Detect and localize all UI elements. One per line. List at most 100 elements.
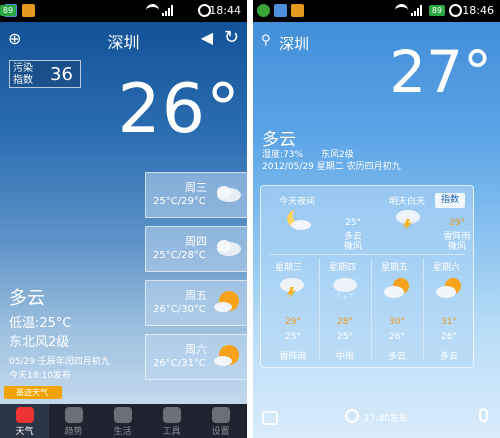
day-low: 26° bbox=[389, 332, 405, 342]
right-screen: 89 18:46 ⚲ 深圳 27° 多云 湿度:73% 东风2级 2012/05… bbox=[253, 0, 500, 438]
day-low: 25° bbox=[337, 332, 353, 342]
forecast-range: 25°C/29°C bbox=[153, 196, 206, 207]
forecast-range: 25°C/28°C bbox=[153, 250, 206, 261]
day-cond: 多云 bbox=[387, 352, 406, 362]
day-cond: 多云 bbox=[439, 352, 458, 362]
forecast-day: 周四 bbox=[185, 235, 207, 248]
publish-time: 17:40发布 bbox=[364, 414, 408, 424]
wifi-icon bbox=[395, 4, 408, 17]
day-high: 30° bbox=[389, 317, 405, 327]
status-bar: 89 18:44 bbox=[0, 0, 247, 22]
wind-text: 东北风2级 bbox=[9, 335, 70, 350]
battery-indicator: 89 bbox=[0, 5, 16, 16]
signal-icon bbox=[411, 5, 425, 16]
day-low: 26° bbox=[441, 332, 457, 342]
forecast-range: 26°C/30°C bbox=[153, 304, 206, 315]
chat-icon bbox=[257, 4, 270, 17]
trend-icon bbox=[64, 407, 83, 423]
condition-text: 多云 bbox=[9, 288, 45, 309]
brand-logo: 墨迹天气 bbox=[4, 386, 62, 399]
day-high: 29° bbox=[285, 317, 301, 327]
gear-icon bbox=[211, 407, 230, 423]
tonight-wind: 微风 bbox=[343, 242, 362, 252]
forecast-card[interactable]: 周六 26°C/31°C bbox=[145, 334, 247, 380]
date-text: 2012/05/29 星期二 农历四月初九 bbox=[262, 162, 401, 172]
forecast-card[interactable]: 周四 25°C/28°C bbox=[145, 226, 247, 272]
publish-time: 今天18:10发布 bbox=[9, 371, 71, 381]
bottom-bar: 17:40发布 bbox=[253, 402, 500, 438]
tab-bar: 天气 趋势 生活 工具 设置 bbox=[0, 404, 247, 438]
header: ⊕ 深圳 ◀︎ ↻ bbox=[0, 22, 247, 56]
index-button[interactable]: 指数 bbox=[435, 193, 465, 208]
weather-tab-icon bbox=[15, 407, 34, 423]
sun-cloud-icon bbox=[436, 278, 461, 298]
heart-icon bbox=[113, 407, 132, 423]
tab-trend[interactable]: 趋势 bbox=[49, 404, 98, 438]
day-cond: 中雨 bbox=[335, 352, 354, 362]
refresh-icon[interactable]: ↻ bbox=[224, 27, 239, 48]
shield-icon bbox=[291, 4, 304, 17]
status-time: 18:44 bbox=[209, 4, 241, 17]
moon-cloud-icon bbox=[287, 210, 311, 230]
thunderstorm-icon bbox=[280, 278, 304, 299]
page-indicator bbox=[361, 428, 385, 438]
status-bar: 89 18:46 bbox=[253, 0, 500, 22]
panel-divider bbox=[269, 254, 465, 255]
rain-icon bbox=[333, 278, 357, 299]
column-divider bbox=[319, 258, 320, 359]
cloud-icon bbox=[217, 240, 241, 256]
forecast-range: 26°C/31°C bbox=[153, 358, 206, 369]
shield-icon bbox=[22, 4, 35, 17]
alarm-icon bbox=[449, 4, 462, 17]
forecast-card[interactable]: 周五 26°C/30°C bbox=[145, 280, 247, 326]
status-time: 18:46 bbox=[462, 4, 494, 17]
aqi-label: 污染指数 bbox=[13, 63, 33, 86]
tomorrow-label: 明天白天 bbox=[389, 197, 426, 207]
aqi-badge[interactable]: 污染指数 36 bbox=[9, 60, 81, 88]
microphone-icon[interactable] bbox=[479, 408, 488, 422]
cloud-icon bbox=[217, 186, 241, 202]
column-divider bbox=[371, 258, 372, 359]
forecast-day: 周五 bbox=[185, 289, 207, 302]
location-pin-icon: ⚲ bbox=[261, 33, 271, 48]
tab-tools[interactable]: 工具 bbox=[147, 404, 196, 438]
day-high: 28° bbox=[337, 317, 353, 327]
sun-icon bbox=[214, 345, 239, 366]
tomorrow-wind: 微风 bbox=[447, 242, 466, 252]
day-high: 31° bbox=[441, 317, 457, 327]
sun-cloud-icon bbox=[384, 278, 409, 298]
day-cond: 雷阵雨 bbox=[279, 352, 307, 362]
toolbox-icon bbox=[162, 407, 181, 423]
signal-icon bbox=[162, 5, 176, 16]
day-label: 星期三 bbox=[275, 263, 303, 273]
current-temperature: 27° bbox=[389, 38, 492, 106]
left-screen: 89 18:44 ⊕ 深圳 ◀︎ ↻ 污染指数 36 26° 周三 25°C/2… bbox=[0, 0, 247, 438]
column-divider bbox=[423, 258, 424, 359]
tab-settings[interactable]: 设置 bbox=[196, 404, 245, 438]
tab-life[interactable]: 生活 bbox=[98, 404, 147, 438]
forecast-card[interactable]: 周三 25°C/29°C bbox=[145, 172, 247, 218]
date-text: 05/29 壬辰年闰四月初九 bbox=[9, 357, 110, 367]
refresh-icon[interactable] bbox=[345, 409, 359, 423]
notification-icon bbox=[274, 4, 287, 17]
tab-weather[interactable]: 天气 bbox=[0, 404, 49, 438]
share-icon[interactable] bbox=[262, 411, 278, 425]
low-temperature: 低温:25°C bbox=[9, 316, 72, 331]
aqi-value: 36 bbox=[50, 64, 73, 85]
day-label: 星期五 bbox=[381, 263, 409, 273]
day-low: 25° bbox=[285, 332, 301, 342]
forecast-panel: 今天夜间 25° 多云 微风 明天白天 指数 29° 雷阵雨 微风 星期三 29… bbox=[260, 185, 474, 368]
city-name[interactable]: 深圳 bbox=[279, 33, 309, 54]
current-temperature: 26° bbox=[117, 70, 241, 149]
speaker-icon[interactable]: ◀︎ bbox=[201, 28, 213, 47]
forecast-day: 周六 bbox=[185, 343, 207, 356]
tonight-label: 今天夜间 bbox=[279, 197, 316, 207]
day-label: 星期六 bbox=[433, 263, 461, 273]
tonight-temp: 25° bbox=[345, 218, 361, 228]
wifi-icon bbox=[146, 4, 159, 17]
battery-indicator: 89 bbox=[429, 5, 445, 16]
sun-icon bbox=[214, 291, 239, 312]
thunderstorm-icon bbox=[396, 210, 420, 231]
tomorrow-temp: 29° bbox=[449, 218, 465, 228]
day-label: 星期四 bbox=[329, 263, 357, 273]
